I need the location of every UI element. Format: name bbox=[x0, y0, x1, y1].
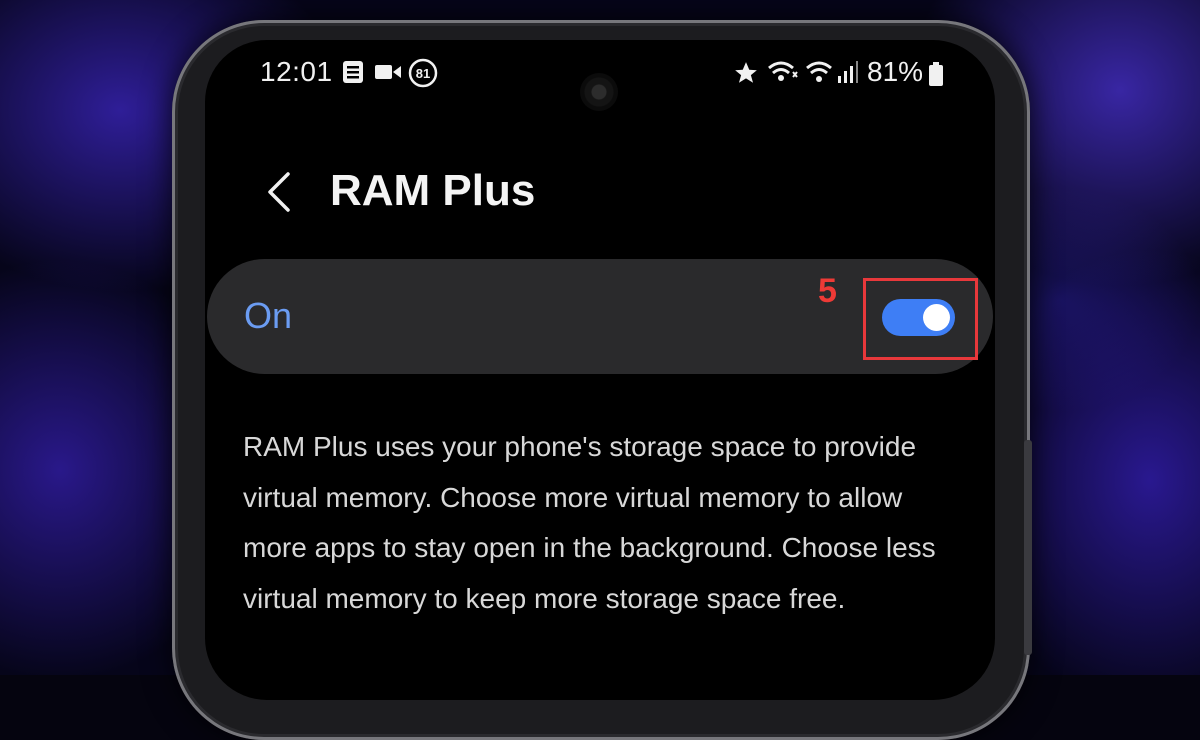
status-bar: 12:01 81 81% bbox=[205, 40, 995, 111]
star-icon bbox=[733, 60, 759, 91]
signal-icon bbox=[837, 60, 859, 89]
annotation-highlight-box bbox=[863, 278, 978, 360]
video-icon bbox=[375, 63, 401, 86]
wifi-icon bbox=[805, 58, 833, 91]
badge-text: 81 bbox=[416, 66, 430, 81]
annotation-step-number: 5 bbox=[818, 272, 837, 310]
status-time: 12:01 bbox=[260, 56, 333, 87]
back-button[interactable] bbox=[260, 170, 300, 214]
phone-side-button bbox=[1024, 440, 1032, 655]
battery-icon bbox=[929, 62, 943, 91]
wifi-calling-icon bbox=[767, 58, 799, 91]
chevron-left-icon bbox=[268, 172, 290, 212]
toggle-label: On bbox=[244, 295, 293, 336]
notes-icon bbox=[342, 60, 364, 89]
description-text: RAM Plus uses your phone's storage space… bbox=[243, 431, 936, 614]
front-camera bbox=[580, 73, 618, 111]
page-title: RAM Plus bbox=[330, 166, 536, 215]
phone-screen: 12:01 81 81% RAM Plus On RAM Plus uses y… bbox=[205, 40, 995, 700]
badge-icon: 81 bbox=[408, 58, 438, 93]
battery-percentage: 81% bbox=[867, 56, 924, 87]
app-header: RAM Plus bbox=[205, 150, 995, 230]
